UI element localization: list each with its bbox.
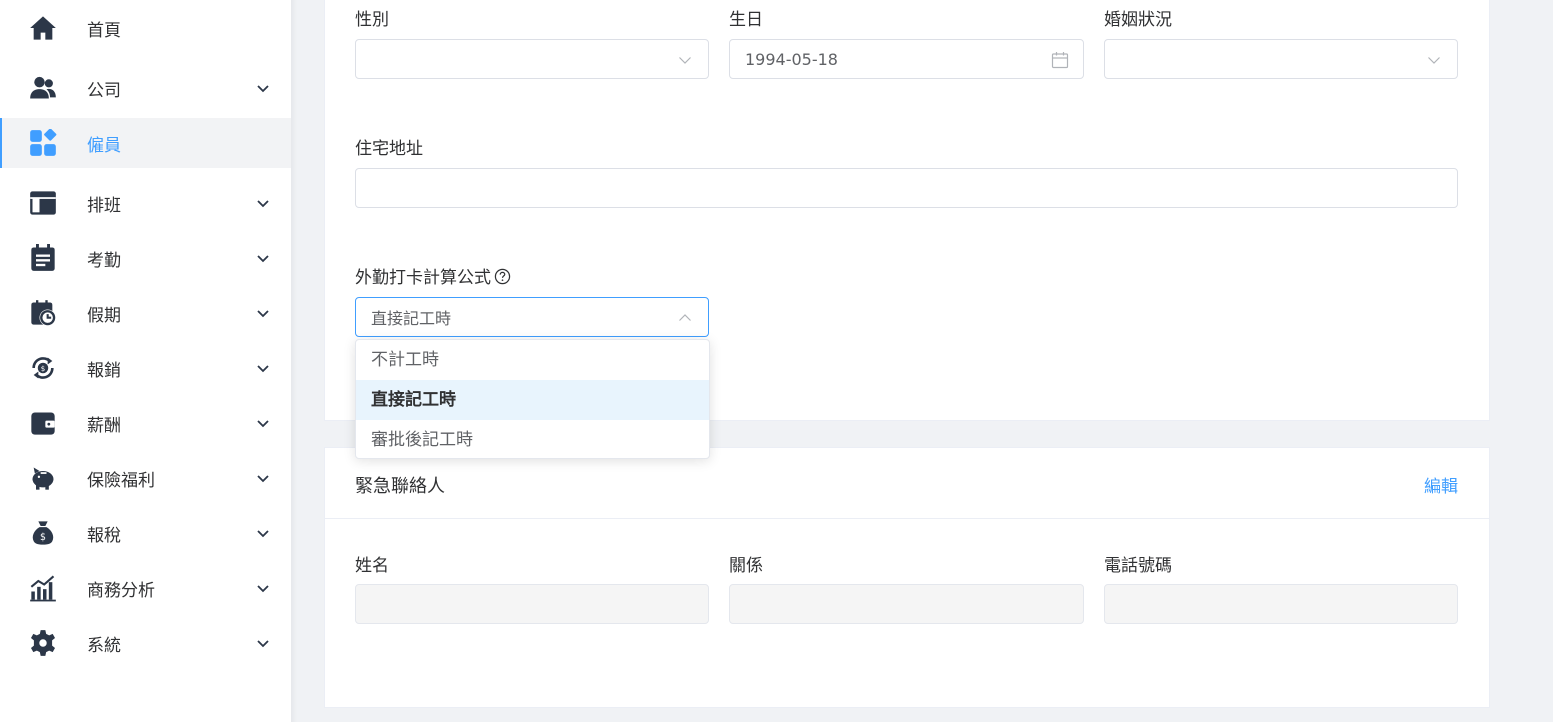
gender-label: 性別: [355, 10, 389, 30]
sidebar-item-label: 商務分析: [87, 580, 155, 601]
users-icon: [29, 74, 57, 102]
contact-phone-input[interactable]: [1104, 584, 1458, 624]
sidebar-item-label: 公司: [87, 80, 121, 101]
marital-status-select[interactable]: [1104, 39, 1458, 79]
dropdown-option[interactable]: 審批後記工時: [356, 420, 709, 460]
sidebar-item-company[interactable]: 公司: [0, 63, 291, 113]
calendar-icon: [1051, 52, 1069, 69]
sidebar-item-home[interactable]: 首頁: [0, 3, 291, 53]
sidebar-item-label: 考勤: [87, 250, 121, 271]
section-title: 緊急聯絡人: [355, 476, 445, 497]
calendar-icon: [29, 244, 57, 272]
contact-relation-label: 關係: [729, 556, 763, 576]
chevron-up-icon: [679, 314, 691, 321]
grid-icon: [29, 129, 57, 157]
bar-chart-icon: [29, 574, 57, 602]
sidebar-item-payroll[interactable]: 薪酬: [0, 398, 291, 448]
sidebar-shadow: [291, 0, 297, 722]
contact-relation-input[interactable]: [729, 584, 1084, 624]
chevron-down-icon: [257, 200, 269, 208]
sidebar-item-insurance[interactable]: 保險福利: [0, 453, 291, 503]
chevron-down-icon: [257, 255, 269, 263]
sidebar-item-employee[interactable]: 僱員: [0, 118, 291, 168]
edit-button[interactable]: 編輯: [1424, 472, 1458, 497]
chevron-down-icon: [257, 640, 269, 648]
chevron-down-icon: [257, 365, 269, 373]
checkin-formula-label: 外勤打卡計算公式: [355, 263, 511, 288]
chevron-down-icon: [257, 310, 269, 318]
chevron-down-icon: [257, 85, 269, 93]
gender-select[interactable]: [355, 39, 709, 79]
piggy-bank-icon: [29, 464, 57, 492]
sidebar-item-analytics[interactable]: 商務分析: [0, 563, 291, 613]
divider: [325, 518, 1489, 519]
birthday-date-picker[interactable]: 1994-05-18: [729, 39, 1084, 79]
sidebar-item-label: 僱員: [87, 135, 121, 156]
sidebar-item-label: 報稅: [87, 525, 121, 546]
birthday-value: 1994-05-18: [745, 49, 838, 69]
contact-phone-label: 電話號碼: [1104, 556, 1172, 576]
checkin-formula-dropdown: 不計工時 直接記工時 審批後記工時: [355, 339, 710, 459]
chevron-down-icon: [679, 57, 691, 64]
checkin-formula-select[interactable]: 直接記工時: [355, 297, 709, 337]
dropdown-option-selected[interactable]: 直接記工時: [356, 380, 709, 420]
svg-text:$: $: [41, 365, 45, 373]
svg-text:$: $: [40, 532, 46, 543]
wallet-icon: [29, 409, 57, 437]
birthday-label: 生日: [729, 10, 763, 30]
address-label: 住宅地址: [355, 139, 423, 159]
sidebar-item-tax[interactable]: $ 報稅: [0, 508, 291, 558]
sidebar-item-label: 報銷: [87, 360, 121, 381]
sidebar-item-label: 保險福利: [87, 470, 155, 491]
chevron-down-icon: [257, 585, 269, 593]
active-indicator: [0, 118, 2, 168]
dropdown-option[interactable]: 不計工時: [356, 340, 709, 380]
chevron-down-icon: [257, 530, 269, 538]
sidebar-item-label: 假期: [87, 305, 121, 326]
marital-status-label: 婚姻狀況: [1104, 10, 1172, 30]
sidebar-item-leave[interactable]: 假期: [0, 288, 291, 338]
chevron-down-icon: [1428, 57, 1440, 64]
sidebar-item-label: 首頁: [87, 20, 121, 41]
contact-name-input[interactable]: [355, 584, 709, 624]
contact-name-label: 姓名: [355, 556, 389, 576]
chevron-down-icon: [257, 420, 269, 428]
chevron-down-icon: [257, 475, 269, 483]
home-icon: [29, 14, 57, 42]
sidebar-item-label: 排班: [87, 195, 121, 216]
sidebar-item-system[interactable]: 系統: [0, 618, 291, 668]
sidebar-item-label: 系統: [87, 635, 121, 656]
checkin-formula-value: 直接記工時: [371, 309, 452, 328]
money-bag-icon: $: [29, 519, 57, 547]
sidebar-item-schedule[interactable]: 排班: [0, 178, 291, 228]
help-icon[interactable]: [494, 268, 511, 285]
sidebar-item-label: 薪酬: [87, 415, 121, 436]
calendar-clock-icon: [29, 299, 57, 327]
emergency-contact-card: 緊急聯絡人 編輯: [324, 447, 1490, 708]
sidebar-item-reimbursement[interactable]: $ 報銷: [0, 343, 291, 393]
money-refresh-icon: $: [29, 354, 57, 382]
gear-icon: [29, 629, 57, 657]
sidebar: 首頁 公司 僱員 排班 考勤 假期 $ 報銷 薪酬 保險福利 $ 報稅 商務分析…: [0, 0, 291, 722]
sidebar-item-attendance[interactable]: 考勤: [0, 233, 291, 283]
layout-icon: [29, 189, 57, 217]
address-input[interactable]: [355, 168, 1458, 208]
checkin-formula-label-text: 外勤打卡計算公式: [355, 268, 491, 288]
